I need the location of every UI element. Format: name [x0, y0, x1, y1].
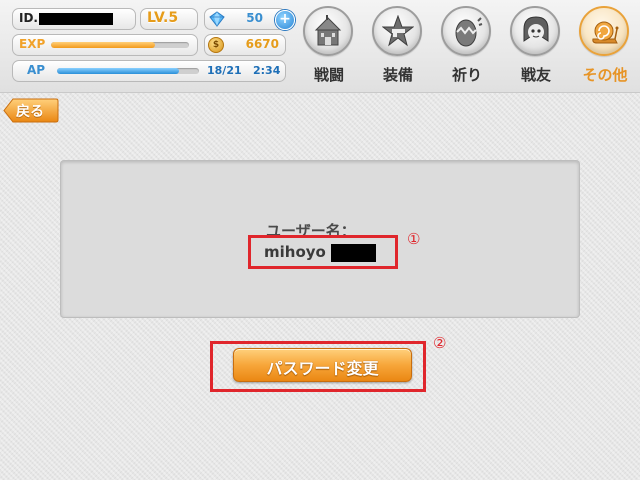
snail-icon	[592, 21, 619, 44]
ap-label: AP	[27, 63, 46, 77]
star-gun-icon	[382, 15, 414, 47]
nav-battle-circle	[303, 6, 353, 56]
ap-bar	[57, 68, 199, 74]
ap-bar-box: AP 18/21 2:34	[12, 60, 286, 82]
nav-friends-label: 戦友	[520, 66, 551, 84]
level-badge: LV.5	[140, 8, 198, 30]
gem-icon	[209, 11, 225, 27]
nav-prayer[interactable]: 祈り	[437, 6, 497, 90]
annotation-marker-2: ②	[433, 334, 447, 352]
exp-bar-box: EXP	[12, 34, 198, 56]
ap-bar-fill	[57, 68, 179, 74]
coin-count: 6670	[245, 37, 279, 51]
girl-face-icon	[523, 16, 549, 42]
nav-prayer-circle	[441, 6, 491, 56]
level-text: LV.5	[147, 10, 179, 26]
egg-icon	[455, 17, 483, 47]
ap-value: 18/21	[207, 64, 242, 77]
exp-label: EXP	[19, 37, 46, 51]
nav-equipment-circle	[372, 6, 422, 56]
annotation-box-password-button	[210, 341, 426, 392]
nav-friends-circle	[510, 6, 560, 56]
coin-icon: $	[208, 37, 224, 53]
nav-equipment[interactable]: 装備	[368, 6, 428, 90]
nav-battle-label: 戦闘	[313, 66, 344, 84]
nav-others-label: その他	[582, 66, 628, 84]
back-button[interactable]: 戻る	[3, 98, 59, 123]
exp-bar	[51, 42, 189, 48]
ap-timer: 2:34	[253, 64, 281, 77]
nav-others[interactable]: その他	[575, 6, 635, 90]
nav-prayer-label: 祈り	[451, 66, 482, 84]
nav-others-circle	[579, 6, 629, 56]
back-button-label: 戻る	[16, 104, 44, 120]
status-bar: ID. LV.5 50 + EXP $ 6670 AP 18/21 2:34 戦…	[0, 0, 640, 93]
nav-battle[interactable]: 戦闘	[299, 6, 359, 90]
player-id-box: ID.	[12, 8, 136, 30]
gem-counter: 50 +	[204, 8, 295, 30]
annotation-box-username	[248, 235, 398, 269]
nav-friends[interactable]: 戦友	[506, 6, 566, 90]
annotation-marker-1: ①	[407, 230, 421, 248]
coin-counter: $ 6670	[204, 34, 286, 56]
gem-count: 50	[246, 11, 263, 25]
player-id-redaction	[39, 13, 113, 25]
exp-bar-fill	[51, 42, 155, 48]
nav-equipment-label: 装備	[382, 66, 413, 84]
add-gems-button[interactable]: +	[275, 10, 295, 30]
castle-icon	[314, 15, 342, 46]
player-id-label: ID.	[19, 11, 38, 25]
